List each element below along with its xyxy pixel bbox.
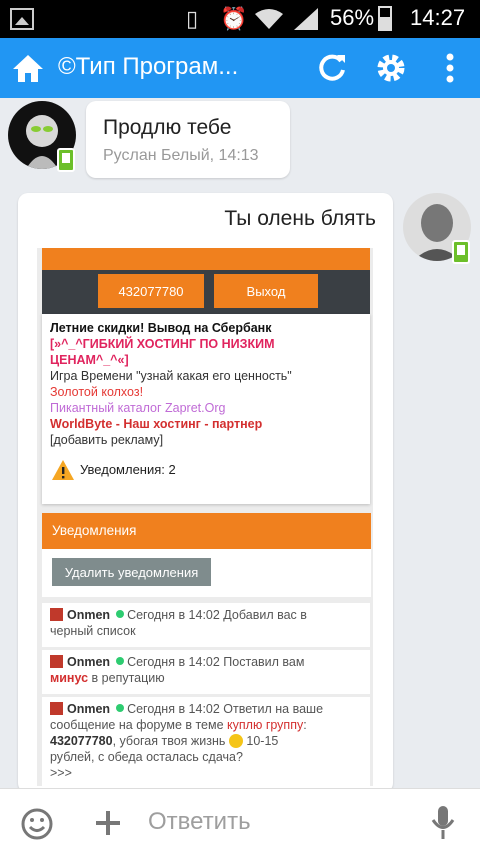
composer-bar [0,788,480,855]
notifications-count: Уведомления: 2 [80,462,176,477]
ad-line: Игра Времени "узнай какая его ценность" [50,369,292,383]
battery-icon [378,6,392,31]
mobile-icon [57,148,75,172]
topic-link: куплю группу [227,718,304,732]
home-icon [13,55,43,82]
page-title: ©Тип Програм... [58,53,239,80]
delete-notifications-button: Удалить уведомления [52,558,211,586]
online-dot [116,704,125,712]
login-field: 432077780 [98,274,204,308]
status-bar: ▯ ⏰ 56% 14:27 [0,0,480,38]
user-logo-icon [50,655,63,668]
site-header [42,248,370,270]
ad-line: [добавить рекламу] [50,433,164,447]
user-logo-icon [50,702,63,715]
notifications-header: Уведомления [42,513,371,549]
add-attachment-icon[interactable] [95,810,121,836]
notification-item: Onmen Сегодня в 14:02 Ответил на ваше соо… [42,697,370,786]
emoji-icon[interactable] [20,807,54,841]
settings-button[interactable] [373,50,409,86]
clock: 14:27 [410,5,466,30]
ad-line: [»^_^ГИБКИЙ ХОСТИНГ ПО НИЗКИМ [50,337,275,351]
gallery-notification-icon [10,8,34,30]
login-bar: 432077780 Выход [42,270,370,314]
home-button[interactable] [10,50,46,86]
smiley-icon [228,734,243,748]
ad-line: Пикантный каталог Zapret.Org [50,401,226,415]
notification-item: Onmen Сегодня в 14:02 Добавил вас в черны… [42,603,370,647]
alarm-icon: ⏰ [220,6,248,31]
reply-input[interactable] [146,803,410,841]
notifications-actions: Удалить уведомления [42,549,371,597]
gear-icon [377,54,405,82]
overflow-menu-button[interactable] [432,50,468,86]
notifications-header-label: Уведомления [52,523,137,538]
ad-line: WorldByte - Наш хостинг - партнер [50,417,263,431]
message-bubble-incoming[interactable]: Продлю тебе Руслан Белый, 14:13 [86,101,290,178]
online-dot [116,610,125,618]
wifi-icon [255,9,283,29]
mobile-icon [452,240,470,264]
logout-button: Выход [214,274,318,308]
vibrate-icon: ▯ [186,6,199,31]
online-dot [116,657,125,665]
app-bar: ©Тип Програм... [0,38,480,98]
battery-percent: 56% [330,5,375,30]
message-text: Продлю тебе [103,116,232,139]
ad-line: Летние скидки! Вывод на Сбербанк [50,321,272,335]
more-vert-icon [446,53,454,83]
notification-item: Onmen Сегодня в 14:02 Поставил вам минус … [42,650,370,694]
message-text: Ты олень блять [224,207,376,230]
ad-line: Золотой колхоз! [50,385,144,399]
refresh-button[interactable] [314,50,350,86]
microphone-icon[interactable] [430,805,456,841]
warning-icon [52,460,74,480]
message-author-time: Руслан Белый, 14:13 [103,147,259,164]
user-logo-icon [50,608,63,621]
ad-line: ЦЕНАМ^_^«] [50,353,129,367]
refresh-icon [319,54,345,81]
signal-icon [294,8,318,30]
